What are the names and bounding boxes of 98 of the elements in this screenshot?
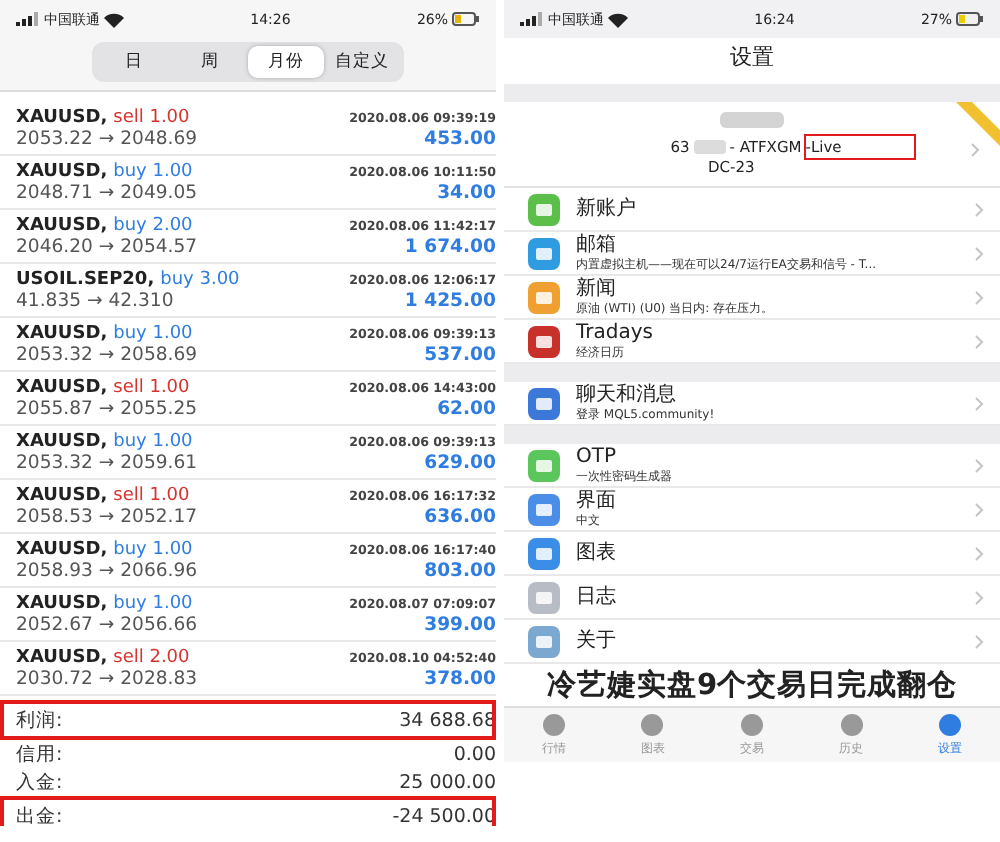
chevron-icon xyxy=(974,457,984,473)
trade-symbol: XAUUSD, xyxy=(16,216,108,236)
trade-symbol: XAUUSD, xyxy=(16,162,108,182)
trade-prices: 2058.93 → 2066.96 xyxy=(16,560,198,582)
summary-label: 信用: xyxy=(16,741,63,767)
trade-prices: 2046.20 → 2054.57 xyxy=(16,236,198,258)
battery-icon xyxy=(956,12,984,26)
trade-prices: 2030.72 → 2028.83 xyxy=(16,668,198,690)
trade-symbol: XAUUSD, xyxy=(16,486,108,506)
trade-prices: 2055.87 → 2055.25 xyxy=(16,398,198,420)
trade-volume: sell 2.00 xyxy=(113,648,190,668)
wifi-icon xyxy=(104,11,124,27)
summary-label: 入金: xyxy=(16,769,63,795)
app-icon xyxy=(528,493,560,525)
summary-value: 0.00 xyxy=(453,743,496,765)
chevron-icon xyxy=(974,633,984,649)
trade-profit: 537.00 xyxy=(424,344,496,366)
item-title: OTP xyxy=(576,445,619,469)
chevron-icon xyxy=(974,245,984,261)
trade-profit: 399.00 xyxy=(424,614,496,636)
corner-ribbon-icon xyxy=(956,102,1000,146)
app-icon xyxy=(528,387,560,419)
trade-symbol: XAUUSD, xyxy=(16,324,108,344)
trade-symbol: XAUUSD, xyxy=(16,108,108,128)
trade-volume: sell 1.00 xyxy=(113,108,190,128)
period-tab[interactable]: 月份 xyxy=(248,46,324,78)
chevron-icon xyxy=(974,333,984,349)
item-title: 聊天和消息 xyxy=(576,383,678,407)
item-title: 新账户 xyxy=(576,197,638,221)
blurred-digits xyxy=(693,140,726,154)
trade-symbol: XAUUSD, xyxy=(16,648,108,668)
trade-symbol: XAUUSD, xyxy=(16,378,108,398)
trade-profit: 378.00 xyxy=(424,668,496,690)
wifi-icon xyxy=(608,11,628,27)
trade-volume: buy 1.00 xyxy=(113,432,193,452)
trade-volume: buy 3.00 xyxy=(160,270,240,290)
app-icon xyxy=(528,325,560,357)
trade-prices: 2058.53 → 2052.17 xyxy=(16,506,198,528)
trade-profit: 1 674.00 xyxy=(404,236,496,258)
summary-label: 出金: xyxy=(16,803,63,826)
trade-prices: 2048.71 → 2049.05 xyxy=(16,182,198,204)
trade-volume: buy 1.00 xyxy=(113,324,193,344)
app-icon xyxy=(528,449,560,481)
app-icon xyxy=(528,193,560,225)
trade-profit: 62.00 xyxy=(437,398,496,420)
item-title: Tradays xyxy=(576,321,655,345)
app-icon xyxy=(528,581,560,613)
item-title: 界面 xyxy=(576,489,618,513)
settings-item[interactable]: 日志 xyxy=(504,576,1000,620)
trade-prices: 2053.22 → 2048.69 xyxy=(16,128,198,150)
trade-prices: 2053.32 → 2058.69 xyxy=(16,344,198,366)
app-icon xyxy=(528,537,560,569)
screen-title: 设置 xyxy=(730,44,774,70)
trade-profit: 803.00 xyxy=(424,560,496,582)
settings-item[interactable]: 图表 xyxy=(504,532,1000,576)
trade-volume: buy 1.00 xyxy=(113,162,193,182)
trade-volume: sell 1.00 xyxy=(113,378,190,398)
trade-symbol: XAUUSD, xyxy=(16,594,108,614)
app-icon xyxy=(528,281,560,313)
chevron-icon xyxy=(974,201,984,217)
trade-profit: 636.00 xyxy=(424,506,496,528)
chevron-icon xyxy=(974,501,984,517)
trade-profit: 1 425.00 xyxy=(404,290,496,312)
blurred-name xyxy=(720,112,784,128)
item-title: 新闻 xyxy=(576,277,618,301)
settings-item[interactable]: 新账户 xyxy=(504,188,1000,232)
item-title: 日志 xyxy=(576,585,618,609)
item-title: 关于 xyxy=(576,629,618,653)
trade-volume: buy 1.00 xyxy=(113,540,193,560)
trade-symbol: XAUUSD, xyxy=(16,540,108,560)
trade-profit: 453.00 xyxy=(424,128,496,150)
chevron-icon xyxy=(974,545,984,561)
app-icon xyxy=(528,625,560,657)
item-title: 邮箱 xyxy=(576,233,618,257)
trade-symbol: USOIL.SEP20, xyxy=(16,270,155,290)
summary-label: 利润: xyxy=(16,707,63,733)
battery-icon xyxy=(452,12,480,26)
chevron-icon xyxy=(974,289,984,305)
signal-icon xyxy=(520,12,544,26)
trade-prices: 2053.32 → 2059.61 xyxy=(16,452,198,474)
trade-volume: buy 1.00 xyxy=(113,594,193,614)
trade-prices: 2052.67 → 2056.66 xyxy=(16,614,198,636)
trade-profit: 629.00 xyxy=(424,452,496,474)
period-tab[interactable]: 自定义 xyxy=(324,46,400,78)
trade-volume: sell 1.00 xyxy=(113,486,190,506)
period-tab[interactable]: 周 xyxy=(172,46,248,78)
trade-symbol: XAUUSD, xyxy=(16,432,108,452)
signal-icon xyxy=(16,12,40,26)
chevron-icon xyxy=(974,395,984,411)
trade-volume: buy 2.00 xyxy=(113,216,193,236)
summary-value: 25 000.00 xyxy=(399,771,496,793)
trade-profit: 34.00 xyxy=(437,182,496,204)
app-icon xyxy=(528,237,560,269)
chevron-icon xyxy=(974,589,984,605)
trade-prices: 41.835 → 42.310 xyxy=(16,290,174,312)
item-title: 图表 xyxy=(576,541,618,565)
chevron-icon xyxy=(970,142,980,158)
period-tab[interactable]: 日 xyxy=(96,46,172,78)
